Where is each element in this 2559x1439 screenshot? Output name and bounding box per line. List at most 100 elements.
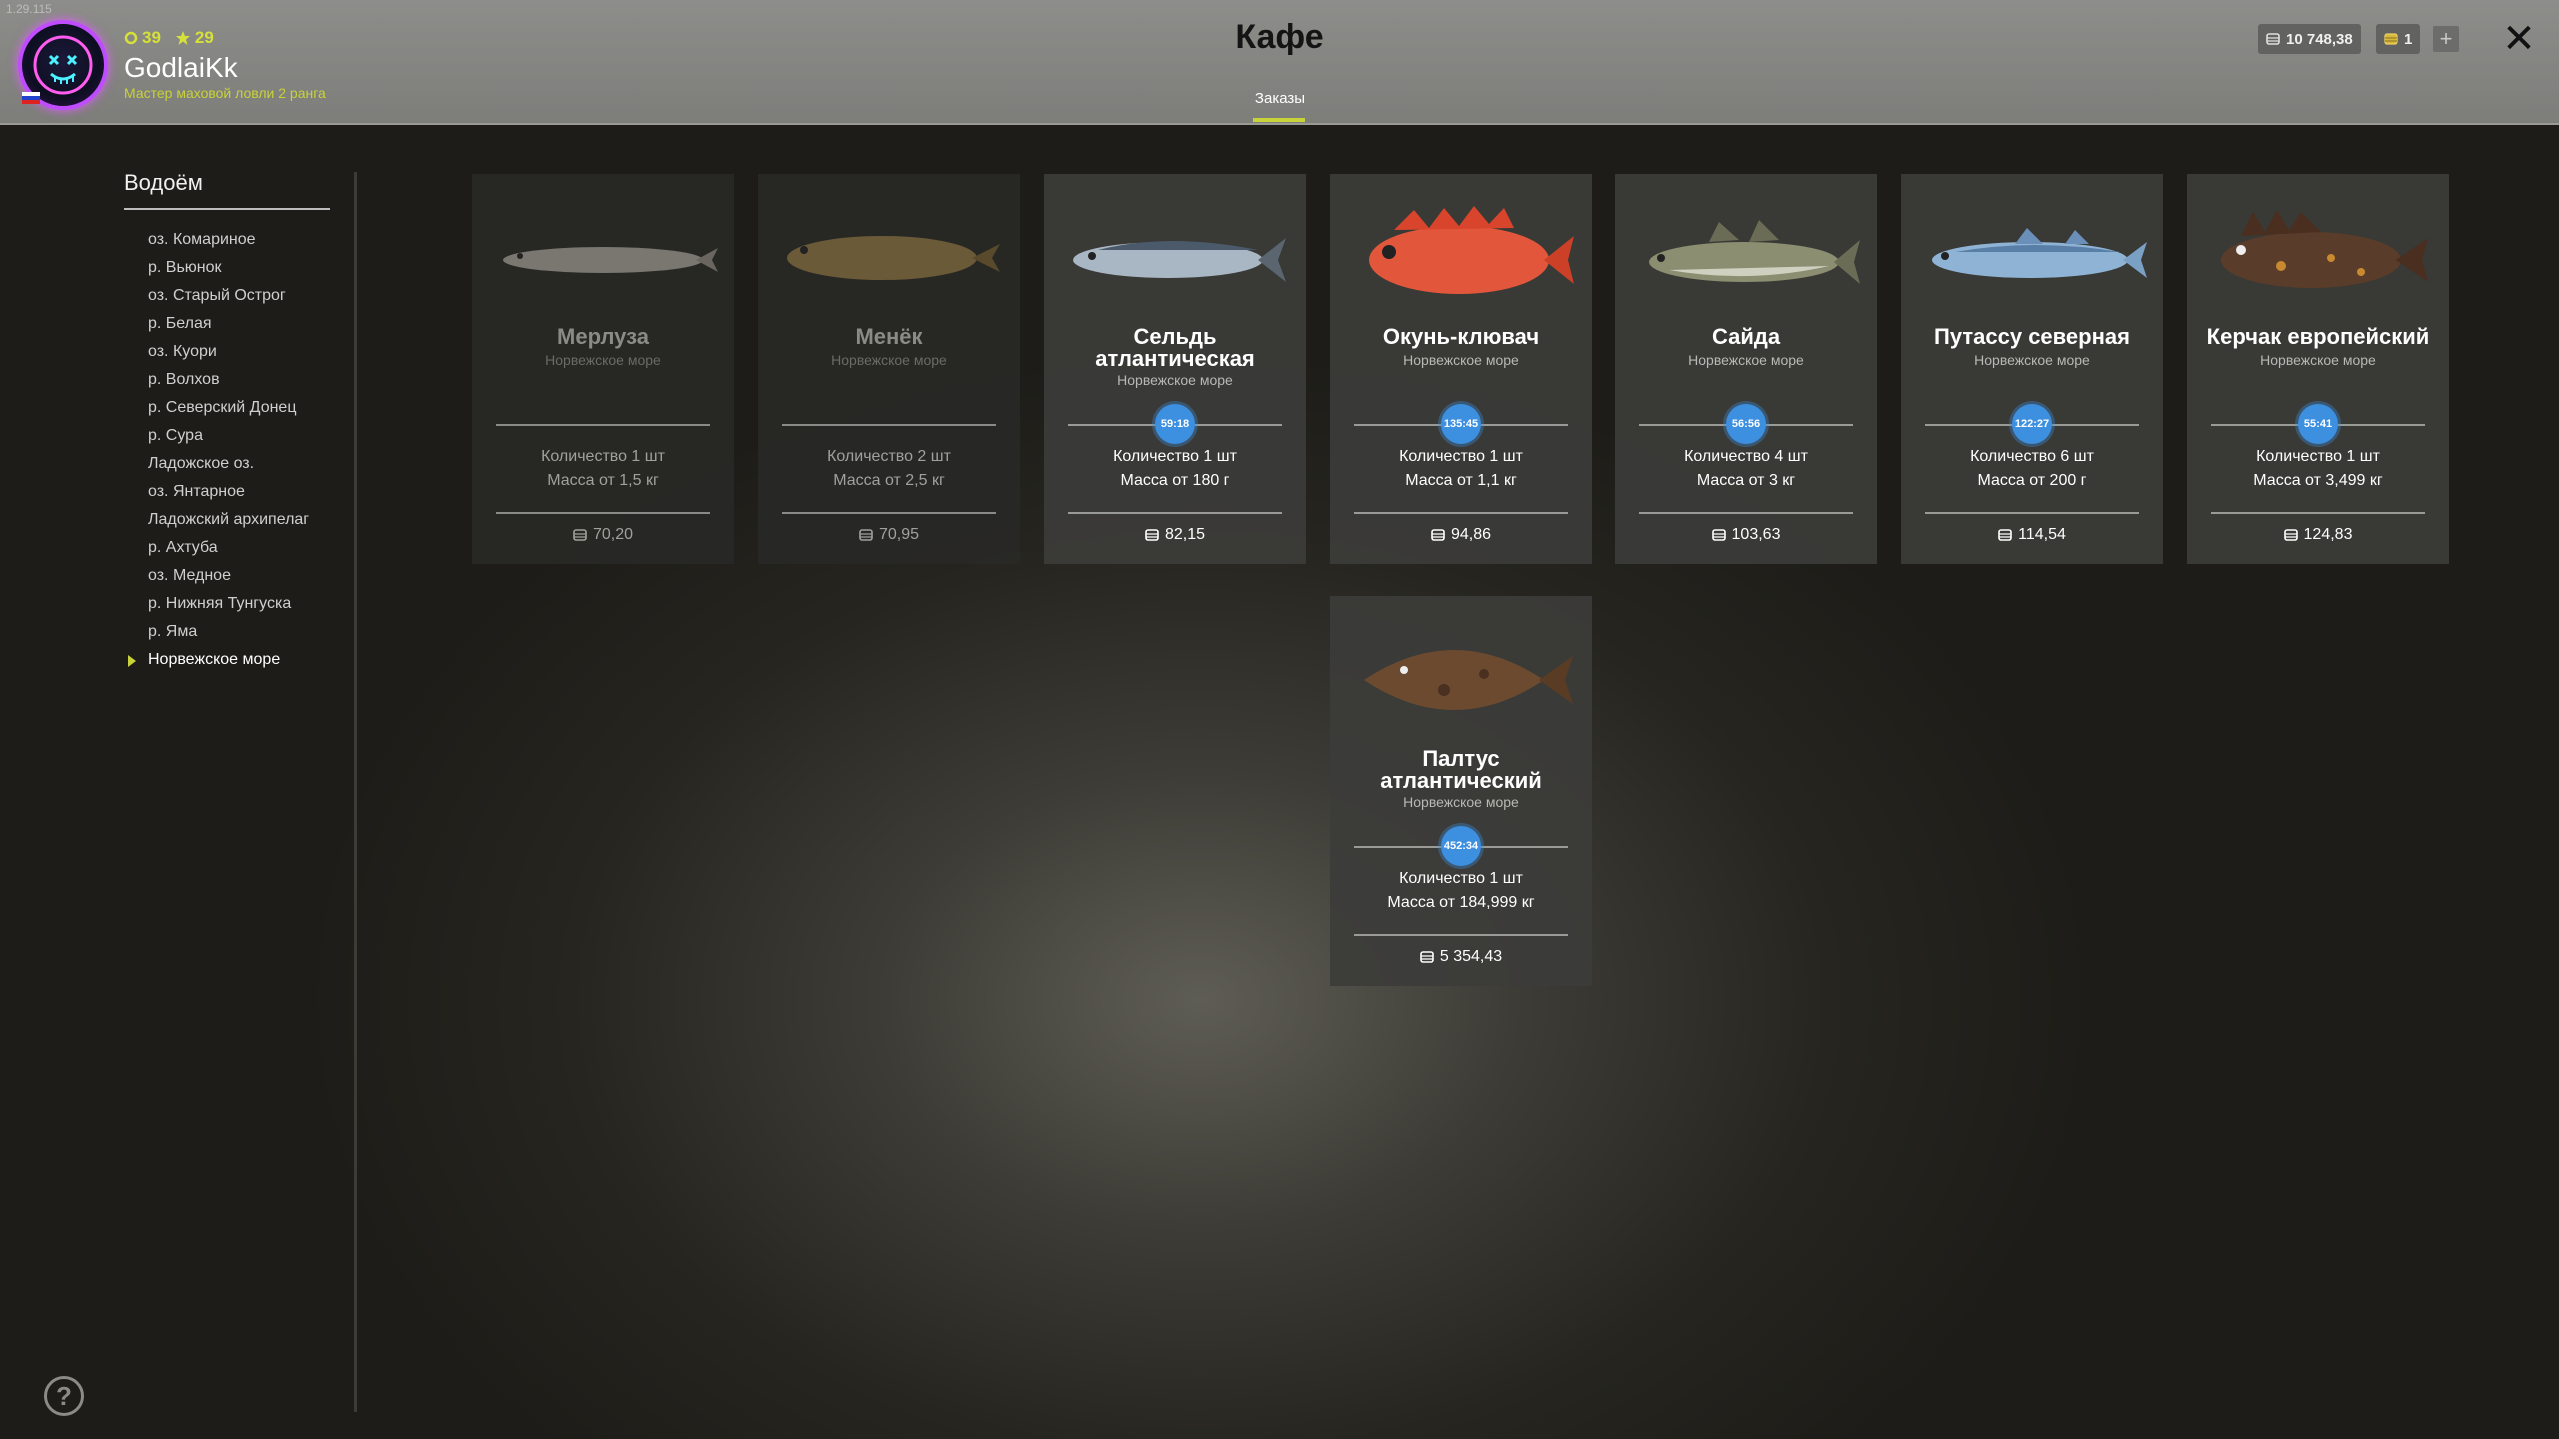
sidebar-item[interactable]: Норвежское море — [124, 646, 330, 674]
water-body-label: Норвежское море — [1117, 372, 1233, 388]
fish-name: Сельдь атлантическая — [1044, 326, 1306, 370]
timer-badge: 55:41 — [2298, 404, 2338, 444]
coin-stack-icon — [1711, 529, 1726, 541]
sidebar-item-label: оз. Медное — [148, 567, 231, 584]
fish-redfish-image — [1369, 206, 1574, 294]
water-body-label: Норвежское море — [1688, 352, 1804, 368]
sidebar-item[interactable]: Ладожский архипелаг — [124, 506, 330, 534]
order-quantity: Количество 1 шт — [1113, 448, 1237, 465]
order-quantity: Количество 1 шт — [2256, 448, 2380, 465]
divider — [1925, 512, 2139, 514]
water-body-label: Норвежское море — [1403, 794, 1519, 810]
sidebar-item[interactable]: Ладожское оз. — [124, 450, 330, 478]
timer-badge: 122:27 — [2012, 404, 2052, 444]
sidebar-item[interactable]: р. Сура — [124, 422, 330, 450]
divider — [782, 424, 996, 426]
order-card[interactable]: Сайда Норвежское море 56:56 Количество 4 шт… — [1615, 174, 1877, 564]
close-icon[interactable]: ✕ — [2500, 19, 2538, 59]
coin-stack-icon — [1431, 529, 1445, 541]
sidebar-title: Водоём — [124, 170, 330, 210]
order-quantity: Количество 1 шт — [541, 448, 665, 465]
sidebar-item[interactable]: р. Ахтуба — [124, 534, 330, 562]
water-body-sidebar: Водоём оз. Комариное р. Вьюнок оз. Старый … — [124, 170, 330, 674]
sidebar-item[interactable]: р. Белая — [124, 310, 330, 338]
help-icon[interactable]: ? — [44, 1376, 84, 1416]
coin-stack-icon — [2283, 529, 2298, 541]
sidebar-item[interactable]: оз. Янтарное — [124, 478, 330, 506]
sidebar-item-label: оз. Куори — [148, 343, 217, 360]
divider — [1639, 512, 1853, 514]
order-quantity: Количество 1 шт — [1399, 870, 1523, 887]
order-reward: 94,86 — [1330, 526, 1592, 544]
fish-name: Сайда — [1615, 326, 1877, 348]
divider — [1354, 512, 1568, 514]
order-card[interactable]: Путассу северная Норвежское море 122:27 Кол… — [1901, 174, 2163, 564]
order-quantity: Количество 2 шт — [827, 448, 951, 465]
add-currency-button[interactable]: + — [2433, 26, 2459, 52]
order-reward: 114,54 — [1901, 526, 2163, 544]
order-card[interactable]: Керчак европейский Норвежское море 55:41 Ко… — [2187, 174, 2449, 564]
divider — [496, 512, 710, 514]
sidebar-item-label: р. Северский Донец — [148, 399, 297, 416]
sidebar-item-label: Ладожский архипелаг — [148, 511, 310, 528]
sidebar-item-label: оз. Комариное — [148, 231, 256, 248]
tab-orders[interactable]: Заказы — [1230, 90, 1330, 107]
fish-name-line: Менёк — [855, 324, 923, 349]
fish-sculpin-image — [2221, 210, 2428, 288]
fish-halibut-image — [1364, 650, 1573, 710]
coin-stack-icon — [573, 529, 587, 541]
timer-badge: 56:56 — [1726, 404, 1766, 444]
sidebar-item[interactable]: оз. Куори — [124, 338, 330, 366]
fish-name: Окунь-клювач — [1330, 326, 1592, 348]
coin-stack-icon — [1145, 529, 1159, 541]
reward-value: 70,20 — [592, 526, 634, 543]
reward-value: 94,86 — [1450, 526, 1492, 543]
order-card[interactable]: Сельдь атлантическая Норвежское море 59:18 К… — [1044, 174, 1306, 564]
sidebar-item[interactable]: оз. Комариное — [124, 226, 330, 254]
silver-value: 10 748,38 — [2286, 30, 2353, 48]
sidebar-item[interactable]: оз. Старый Острог — [124, 282, 330, 310]
sidebar-item[interactable]: р. Нижняя Тунгуска — [124, 590, 330, 618]
order-mass: Масса от 184,999 кг — [1387, 894, 1535, 911]
gold-balance[interactable]: 1 — [2376, 24, 2421, 54]
coin-stack-icon — [1420, 951, 1434, 963]
order-reward: 82,15 — [1044, 526, 1306, 544]
order-reward: 70,95 — [758, 526, 1020, 544]
divider — [1068, 512, 1282, 514]
divider — [496, 424, 710, 426]
sidebar-item-label: р. Вьюнок — [148, 259, 222, 276]
fish-name: Путассу северная — [1901, 326, 2163, 348]
order-card[interactable]: Палтус атлантический Норвежское море 452:34… — [1330, 596, 1592, 986]
fish-name-line: атлантический — [1380, 768, 1542, 793]
fish-name: Менёк — [758, 326, 1020, 348]
sidebar-item-label: р. Яма — [148, 623, 198, 640]
sidebar-item-label: р. Ахтуба — [148, 539, 218, 556]
fish-name-line: Палтус — [1422, 746, 1500, 771]
reward-value: 103,63 — [1731, 526, 1781, 543]
sidebar-item-label: Ладожское оз. — [148, 455, 255, 472]
fish-burbot-image — [787, 236, 1000, 280]
sidebar-item[interactable]: р. Яма — [124, 618, 330, 646]
player-rank-title: Мастер маховой ловли 2 ранга — [124, 85, 326, 101]
water-body-label: Норвежское море — [1974, 352, 2090, 368]
fish-hake-image — [503, 247, 718, 273]
build-version: 1.29.115 — [6, 2, 52, 16]
gold-value: 1 — [2404, 30, 2413, 48]
order-card[interactable]: Менёк Норвежское море Количество 2 шт Масса… — [758, 174, 1020, 564]
reward-value: 70,95 — [878, 526, 920, 543]
sidebar-item[interactable]: оз. Медное — [124, 562, 330, 590]
fish-whiting-image — [1932, 228, 2147, 278]
order-card[interactable]: Окунь-клювач Норвежское море 135:45 Количес… — [1330, 174, 1592, 564]
sidebar-item[interactable]: р. Волхов — [124, 366, 330, 394]
order-card[interactable]: Мерлуза Норвежское море Количество 1 шт Мас… — [472, 174, 734, 564]
sidebar-item[interactable]: р. Вьюнок — [124, 254, 330, 282]
water-body-label: Норвежское море — [545, 352, 661, 368]
water-body-label: Норвежское море — [2260, 352, 2376, 368]
sidebar-item-label: Норвежское море — [148, 651, 281, 668]
water-body-label: Норвежское море — [1403, 352, 1519, 368]
sidebar-item[interactable]: р. Северский Донец — [124, 394, 330, 422]
timer-badge: 59:18 — [1155, 404, 1195, 444]
silver-balance[interactable]: 10 748,38 — [2258, 24, 2361, 54]
order-mass: Масса от 3 кг — [1696, 472, 1796, 489]
order-reward: 103,63 — [1615, 526, 1877, 544]
